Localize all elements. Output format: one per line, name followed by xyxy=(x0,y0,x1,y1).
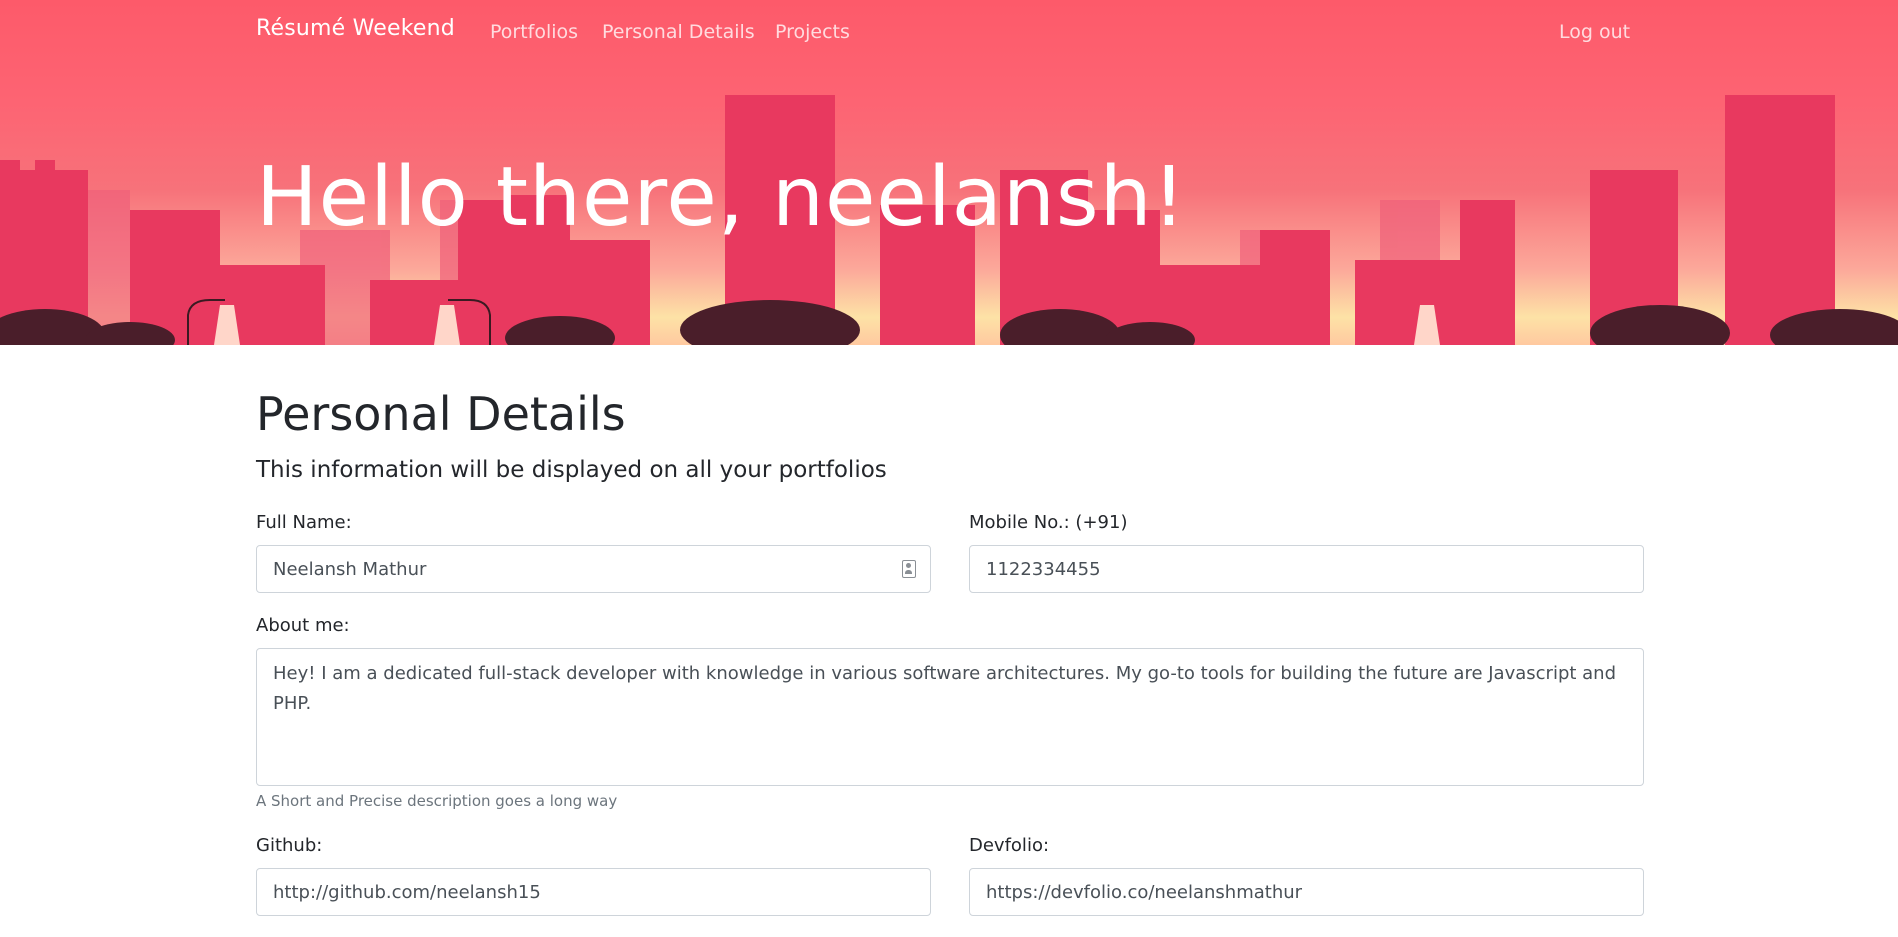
mobile-group: Mobile No.: (+91) 1122334455 xyxy=(969,512,1644,593)
about-textarea[interactable]: Hey! I am a dedicated full-stack develop… xyxy=(256,648,1644,786)
about-help-text: A Short and Precise description goes a l… xyxy=(256,792,618,810)
full-name-value: Neelansh Mathur xyxy=(273,558,427,580)
github-label: Github: xyxy=(256,835,323,856)
mobile-value: 1122334455 xyxy=(986,558,1101,580)
nav-link-portfolios[interactable]: Portfolios xyxy=(490,21,578,43)
hero-banner: Résumé Weekend Portfolios Personal Detai… xyxy=(0,0,1898,345)
logout-link[interactable]: Log out xyxy=(1559,21,1630,43)
hero-greeting: Hello there, neelansh! xyxy=(256,150,1187,245)
section-subtitle: This information will be displayed on al… xyxy=(256,457,887,483)
full-name-input[interactable]: Neelansh Mathur xyxy=(256,545,931,593)
full-name-label: Full Name: xyxy=(256,512,352,533)
github-value: http://github.com/neelansh15 xyxy=(273,881,541,903)
full-name-group: Full Name: Neelansh Mathur xyxy=(256,512,931,593)
nav-link-personal-details[interactable]: Personal Details xyxy=(602,21,755,43)
page-title: Personal Details xyxy=(256,387,626,441)
devfolio-label: Devfolio: xyxy=(969,835,1050,856)
mobile-label: Mobile No.: (+91) xyxy=(969,512,1128,533)
github-input[interactable]: http://github.com/neelansh15 xyxy=(256,868,931,916)
about-group: About me: Hey! I am a dedicated full-sta… xyxy=(256,615,1644,810)
devfolio-group: Devfolio: https://devfolio.co/neelanshma… xyxy=(969,835,1644,916)
brand-logo-link[interactable]: Résumé Weekend xyxy=(256,16,455,41)
top-navbar: Résumé Weekend Portfolios Personal Detai… xyxy=(0,0,1898,64)
devfolio-value: https://devfolio.co/neelanshmathur xyxy=(986,881,1303,903)
about-label: About me: xyxy=(256,615,350,636)
mobile-input[interactable]: 1122334455 xyxy=(969,545,1644,593)
contact-card-icon[interactable] xyxy=(902,560,916,578)
nav-link-projects[interactable]: Projects xyxy=(775,21,850,43)
devfolio-input[interactable]: https://devfolio.co/neelanshmathur xyxy=(969,868,1644,916)
personal-details-section: Personal Details This information will b… xyxy=(256,345,1644,916)
github-group: Github: http://github.com/neelansh15 xyxy=(256,835,931,916)
